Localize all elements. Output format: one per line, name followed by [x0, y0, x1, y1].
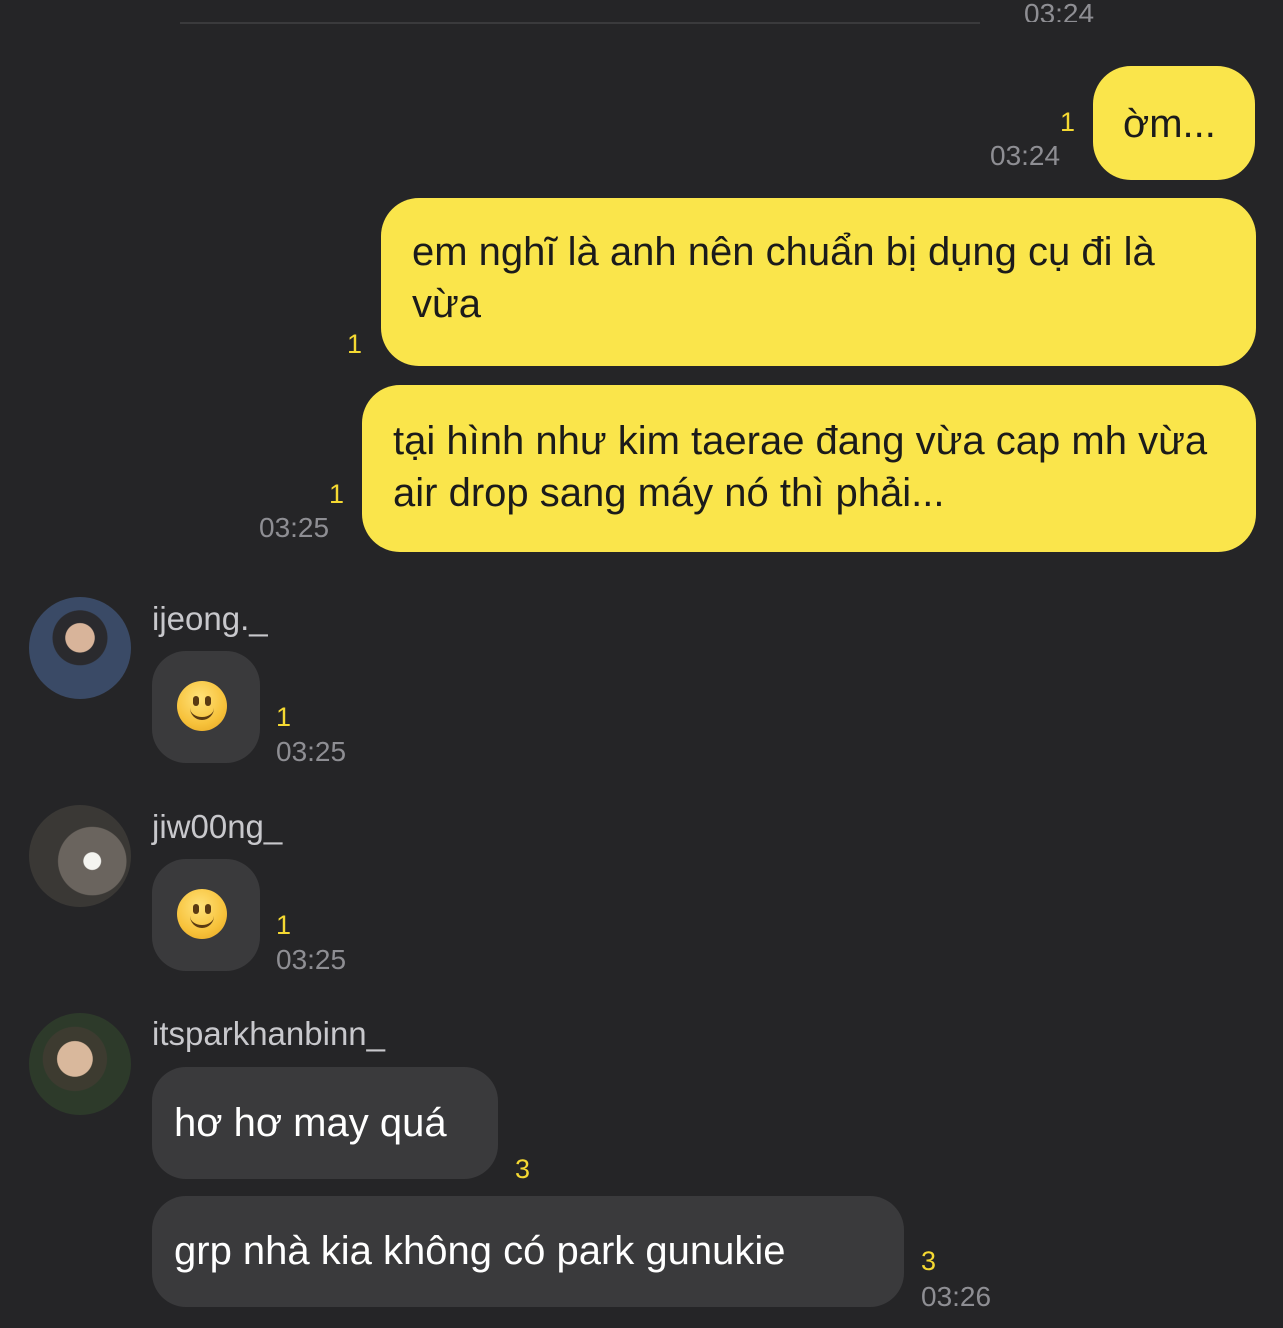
unread-count: 1 — [276, 910, 292, 940]
avatar[interactable] — [29, 805, 131, 907]
outgoing-message-bubble[interactable]: ờm... — [1093, 66, 1255, 180]
unread-count: 1 — [1060, 107, 1076, 137]
avatar[interactable] — [29, 597, 131, 699]
message-text: ờm... — [1123, 102, 1216, 146]
unread-count: 1 — [329, 479, 345, 509]
message-text: tại hình như kim taerae đang vừa cap mh … — [393, 419, 1208, 515]
incoming-message-bubble[interactable] — [152, 651, 260, 763]
message-timestamp: 03:24 — [990, 140, 1061, 171]
avatar[interactable] — [29, 1013, 131, 1115]
unread-count: 1 — [276, 702, 292, 732]
sender-name[interactable]: ijeong._ — [152, 600, 268, 638]
outgoing-message-bubble[interactable]: em nghĩ là anh nên chuẩn bị dụng cụ đi l… — [381, 198, 1256, 366]
unread-count: 3 — [515, 1154, 531, 1184]
slightly-smiling-face-icon — [177, 681, 227, 731]
message-timestamp: 03:24 — [1024, 0, 1095, 22]
message-timestamp: 03:25 — [276, 944, 347, 975]
sender-name[interactable]: itsparkhanbinn_ — [152, 1015, 385, 1053]
incoming-message-bubble[interactable]: grp nhà kia không có park gunukie — [152, 1196, 904, 1307]
message-text: grp nhà kia không có park gunukie — [174, 1229, 786, 1273]
unread-count: 1 — [347, 329, 363, 359]
incoming-message-bubble[interactable] — [152, 859, 260, 971]
outgoing-message-bubble[interactable]: tại hình như kim taerae đang vừa cap mh … — [362, 385, 1256, 552]
message-text: em nghĩ là anh nên chuẩn bị dụng cụ đi l… — [412, 230, 1155, 326]
message-timestamp: 03:25 — [276, 736, 347, 767]
sender-name[interactable]: jiw00ng_ — [152, 808, 282, 846]
message-text: hơ hơ may quá — [174, 1101, 447, 1145]
unread-count: 3 — [921, 1246, 937, 1276]
slightly-smiling-face-icon — [177, 889, 227, 939]
previous-message-divider — [180, 22, 980, 24]
message-timestamp: 03:25 — [259, 512, 330, 543]
incoming-message-bubble[interactable]: hơ hơ may quá — [152, 1067, 498, 1179]
message-timestamp: 03:26 — [921, 1281, 992, 1312]
